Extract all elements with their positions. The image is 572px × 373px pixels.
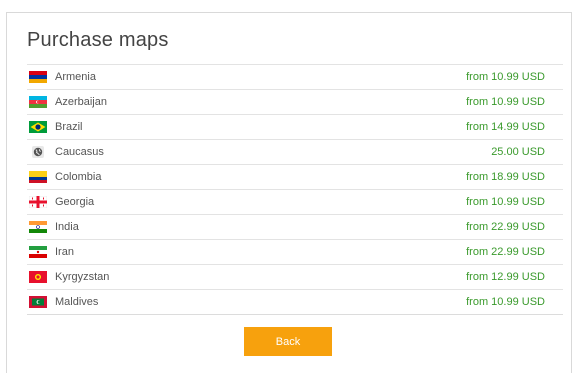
map-name: Kyrgyzstan [55, 271, 110, 283]
list-item[interactable]: India from 22.99 USD [27, 215, 563, 240]
colombia-flag-icon [29, 171, 47, 183]
armenia-flag-icon [29, 71, 47, 83]
list-item[interactable]: Kyrgyzstan from 12.99 USD [27, 265, 563, 290]
iran-flag-icon [29, 246, 47, 258]
map-name: Armenia [55, 71, 96, 83]
dialog-title: Purchase maps [27, 29, 169, 51]
globe-icon [29, 146, 47, 158]
map-price: from 22.99 USD [466, 221, 545, 233]
list-item[interactable]: Georgia from 10.99 USD [27, 190, 563, 215]
georgia-flag-icon [29, 196, 47, 208]
map-price: from 18.99 USD [466, 171, 545, 183]
map-name: Brazil [55, 121, 83, 133]
map-price: from 22.99 USD [466, 246, 545, 258]
maldives-flag-icon [29, 296, 47, 308]
list-item[interactable]: Caucasus 25.00 USD [27, 140, 563, 165]
map-name: Maldives [55, 296, 99, 308]
india-flag-icon [29, 221, 47, 233]
back-button[interactable]: Back [244, 327, 332, 356]
purchase-maps-dialog: Purchase maps Armenia from 10.99 USD Aze… [6, 12, 572, 373]
map-name: Iran [55, 246, 74, 258]
map-price: from 12.99 USD [466, 271, 545, 283]
list-item[interactable]: Maldives from 10.99 USD [27, 290, 563, 315]
map-name: Azerbaijan [55, 96, 107, 108]
map-name: Georgia [55, 196, 95, 208]
map-name: Colombia [55, 171, 102, 183]
map-price: 25.00 USD [491, 146, 545, 158]
list-item[interactable]: Colombia from 18.99 USD [27, 165, 563, 190]
map-price: from 14.99 USD [466, 121, 545, 133]
list-item[interactable]: Iran from 22.99 USD [27, 240, 563, 265]
list-item[interactable]: Brazil from 14.99 USD [27, 115, 563, 140]
map-price: from 10.99 USD [466, 96, 545, 108]
map-name: India [55, 221, 79, 233]
map-price: from 10.99 USD [466, 196, 545, 208]
kyrgyzstan-flag-icon [29, 271, 47, 283]
list-item[interactable]: Armenia from 10.99 USD [27, 65, 563, 90]
brazil-flag-icon [29, 121, 47, 133]
map-price: from 10.99 USD [466, 71, 545, 83]
maps-list: Armenia from 10.99 USD Azerbaijan from 1… [27, 64, 563, 315]
map-price: from 10.99 USD [466, 296, 545, 308]
azerbaijan-flag-icon [29, 96, 47, 108]
page: Purchase maps Armenia from 10.99 USD Aze… [0, 0, 572, 373]
map-name: Caucasus [55, 146, 104, 158]
list-item[interactable]: Azerbaijan from 10.99 USD [27, 90, 563, 115]
